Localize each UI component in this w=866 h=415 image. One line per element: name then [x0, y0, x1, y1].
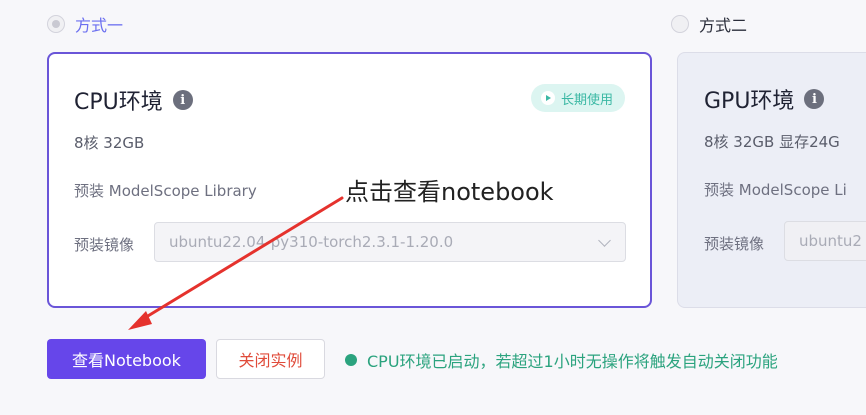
cpu-card-title-row: CPU环境 i — [74, 84, 193, 116]
status-indicator-icon — [345, 354, 357, 366]
gpu-mirror-select[interactable]: ubuntu2 — [784, 221, 866, 261]
info-icon[interactable]: i — [804, 89, 825, 109]
gpu-mirror-value: ubuntu2 — [799, 232, 862, 250]
option-2-label: 方式二 — [699, 16, 748, 35]
option-1[interactable]: 方式一 — [47, 12, 123, 36]
gpu-spec: 8核 32GB 显存24G — [704, 133, 840, 151]
gpu-card-title-row: GPU环境 i — [704, 83, 825, 115]
radio-button-option-1[interactable] — [47, 15, 65, 33]
gpu-card-title: GPU环境 — [704, 89, 795, 114]
long-term-badge: 长期使用 — [530, 84, 625, 112]
info-icon[interactable]: i — [172, 90, 193, 110]
cpu-library: 预装 ModelScope Library — [74, 182, 257, 200]
view-notebook-button[interactable]: 查看Notebook — [47, 339, 206, 379]
chevron-down-icon — [598, 234, 611, 247]
status-text: CPU环境已启动，若超过1小时无操作将触发自动关闭功能 — [367, 352, 778, 371]
play-icon — [540, 91, 555, 105]
close-instance-button[interactable]: 关闭实例 — [216, 339, 325, 379]
option-2[interactable]: 方式二 — [671, 12, 747, 36]
cpu-mirror-select[interactable]: ubuntu22.04-py310-torch2.3.1-1.20.0 — [154, 222, 626, 262]
gpu-environment-card[interactable]: GPU环境 i 8核 32GB 显存24G 预装 ModelScope Li 预… — [677, 52, 866, 308]
status-message: CPU环境已启动，若超过1小时无操作将触发自动关闭功能 — [345, 348, 778, 372]
gpu-library: 预装 ModelScope Li — [704, 181, 847, 199]
badge-label: 长期使用 — [560, 92, 613, 108]
cpu-spec: 8核 32GB — [74, 134, 145, 152]
annotation-text: 点击查看notebook — [345, 178, 554, 206]
cpu-mirror-value: ubuntu22.04-py310-torch2.3.1-1.20.0 — [169, 233, 454, 251]
cpu-card-title: CPU环境 — [74, 90, 163, 115]
radio-button-option-2[interactable] — [671, 15, 689, 33]
gpu-mirror-label: 预装镜像 — [704, 235, 765, 253]
option-1-label: 方式一 — [75, 16, 124, 35]
cpu-mirror-label: 预装镜像 — [74, 236, 135, 254]
